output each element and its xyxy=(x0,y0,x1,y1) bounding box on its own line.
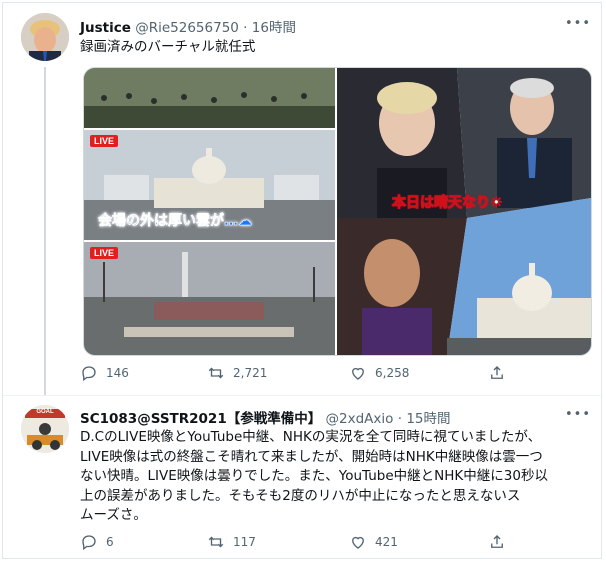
reply-button[interactable]: 6 xyxy=(80,533,114,551)
user-handle[interactable]: @Rie52656750 xyxy=(135,20,239,36)
timestamp[interactable]: 15時間 xyxy=(406,411,450,427)
tweet-2[interactable]: GOAL SC1083@SSTR2021【参戦準備中】 @2xdAxio · 1… xyxy=(3,396,603,560)
retweet-button[interactable]: 2,721 xyxy=(207,364,267,382)
tweet-1[interactable]: Justice @Rie52656750 · 16時間 ••• 録画済みのバーチ… xyxy=(3,3,603,395)
media-panel-mall: LIVE xyxy=(84,242,335,355)
separator: · xyxy=(397,411,403,427)
media-panel-ceremony: 本日は晴天なり☀ xyxy=(337,68,591,355)
like-button[interactable]: 6,258 xyxy=(349,364,409,382)
share-icon xyxy=(491,535,503,548)
retweet-button[interactable]: 117 xyxy=(207,533,256,551)
reply-button[interactable]: 146 xyxy=(80,364,129,382)
tweet-text-line: LIVE映像は式の終盤こそ晴れて来ましたが、開始時はNHK中継映像は雲一つ xyxy=(80,448,543,465)
avatar-goal-text: GOAL xyxy=(36,409,54,415)
avatar[interactable] xyxy=(21,13,69,61)
media-caption-cloudy: 会場の外は厚い雲が…☁ xyxy=(98,213,253,230)
retweet-icon xyxy=(208,367,224,379)
reply-count: 6 xyxy=(106,535,114,549)
separator: · xyxy=(243,20,248,36)
like-icon xyxy=(352,536,364,549)
share-button[interactable] xyxy=(488,533,506,551)
share-icon xyxy=(491,366,503,379)
mall-image xyxy=(84,242,335,355)
user-handle[interactable]: @2xdAxio xyxy=(326,411,394,427)
more-icon[interactable]: ••• xyxy=(565,407,591,422)
avatar[interactable]: GOAL xyxy=(21,405,69,453)
avatar-image xyxy=(21,13,69,61)
thread-line xyxy=(44,67,46,395)
retweet-count: 2,721 xyxy=(233,366,268,380)
retweet-icon xyxy=(208,536,224,548)
media-panel-capitol-cloudy: LIVE 会場の外は厚い雲が…☁ xyxy=(84,130,335,240)
tweet-actions: 146 2,721 6,258 xyxy=(80,364,510,388)
tweet-header: SC1083@SSTR2021【参戦準備中】 @2xdAxio · 15時間 xyxy=(80,407,451,427)
tweet-text-line: ない快晴。LIVE映像は曇りでした。また、YouTube中継とNHK中継に30秒… xyxy=(80,468,548,484)
like-count: 6,258 xyxy=(375,366,410,380)
display-name[interactable]: Justice xyxy=(80,20,131,36)
tweet-text: D.CのLIVE映像とYouTube中継、NHKの実況を全て同時に視ていましたが… xyxy=(80,428,595,526)
tweet-text-line: 上の誤差がありました。そもそも2度のリハが中止になったと思えないス xyxy=(80,487,521,504)
tweet-text-line: D.CのLIVE映像とYouTube中継、NHKの実況を全て同時に視ていましたが… xyxy=(80,429,542,445)
more-icon[interactable]: ••• xyxy=(565,16,591,31)
retweet-count: 117 xyxy=(233,535,256,549)
tweet-text-line: ムーズさ。 xyxy=(80,507,147,523)
media-caption-sunny: 本日は晴天なり☀ xyxy=(392,195,504,212)
share-button[interactable] xyxy=(488,364,506,382)
reply-icon xyxy=(82,535,96,551)
reply-icon xyxy=(82,366,96,382)
reply-count: 146 xyxy=(106,366,129,380)
live-badge: LIVE xyxy=(90,247,119,259)
tweet-text: 録画済みのバーチャル就任式 xyxy=(80,39,256,55)
live-badge: LIVE xyxy=(90,135,119,147)
like-button[interactable]: 421 xyxy=(349,533,398,551)
tweet-actions: 6 117 421 xyxy=(80,533,510,557)
tweet-media[interactable]: LIVE 会場の外は厚い雲が…☁ LIVE 本日は晴天なり☀ xyxy=(83,67,592,356)
like-count: 421 xyxy=(375,535,398,549)
media-panel-crowd xyxy=(84,68,335,128)
tweet-header: Justice @Rie52656750 · 16時間 xyxy=(80,16,296,36)
display-name[interactable]: SC1083@SSTR2021【参戦準備中】 xyxy=(80,411,321,427)
like-icon xyxy=(352,367,364,380)
timeline-frame: Justice @Rie52656750 · 16時間 ••• 録画済みのバーチ… xyxy=(2,2,603,560)
crowd-image xyxy=(84,68,335,128)
timestamp[interactable]: 16時間 xyxy=(252,20,296,36)
